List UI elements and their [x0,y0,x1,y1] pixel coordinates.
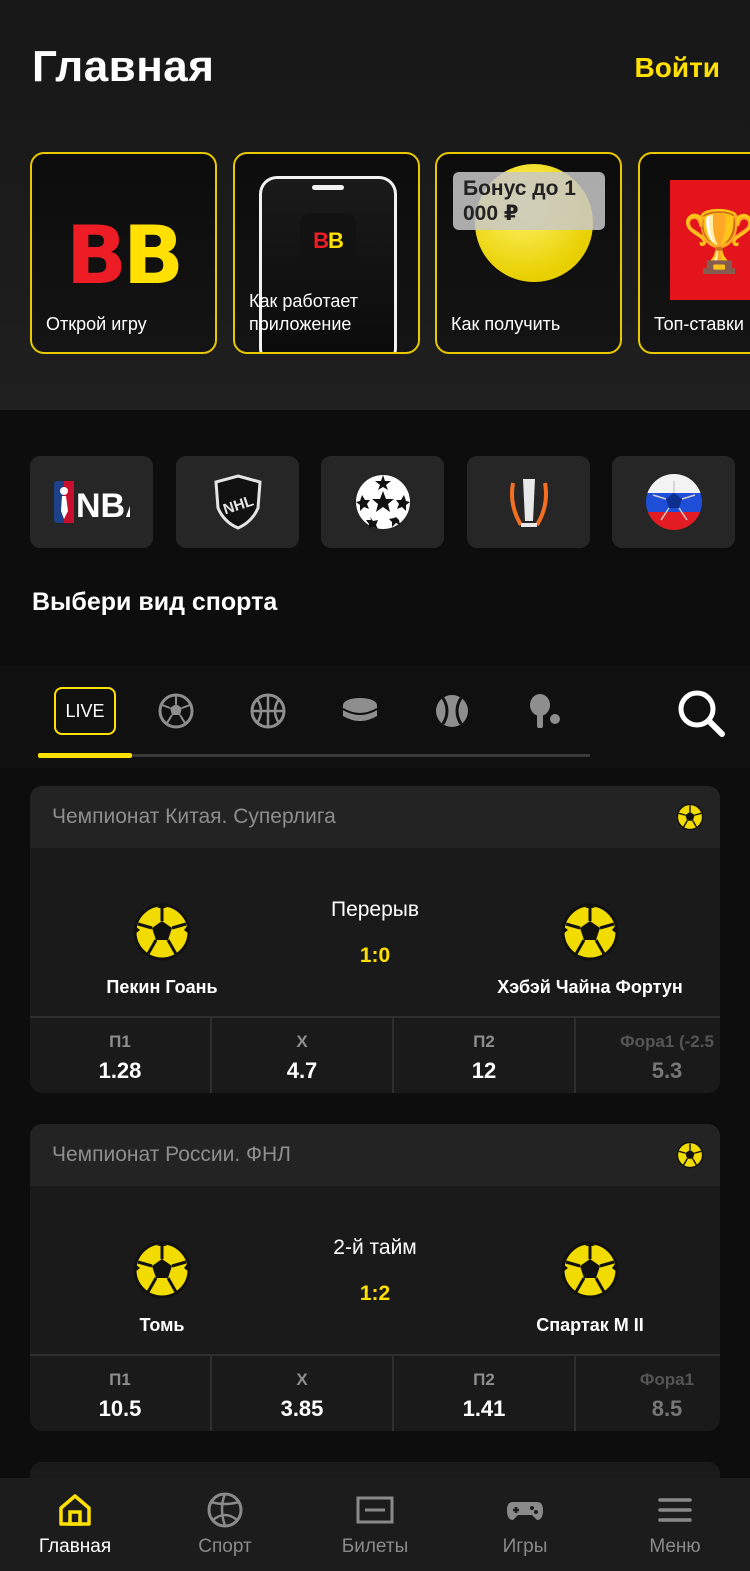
league-europa[interactable] [467,456,590,548]
league-nba[interactable]: NBA [30,456,153,548]
story-get-bonus[interactable]: Бонус до 1 000 ₽ Как получить [435,152,622,354]
home-icon [59,1494,91,1526]
football-icon [676,1141,704,1169]
team-name: Спартак М II [536,1315,644,1335]
section-title: Выбери вид спорта [32,588,278,616]
league-champions[interactable] [321,456,444,548]
nav-games[interactable]: Игры [450,1478,600,1571]
odd-handicap[interactable]: Фора1 (-2.5 5.3 [576,1018,720,1093]
ticket-icon [356,1496,394,1524]
match-score: 1:2 [359,1282,391,1305]
search-icon[interactable] [676,688,726,738]
match-card[interactable]: Чемпионат Китая. Суперлига Пекин Гоань П… [30,786,720,1093]
menu-icon [658,1498,692,1522]
football-icon[interactable] [157,692,195,730]
nav-tickets[interactable]: Билеты [300,1478,450,1571]
team-ball-icon [561,1241,619,1299]
story-label: Топ-ставки [654,314,744,334]
match-score: 1:0 [359,944,391,967]
match-status: 2-й тайм [333,1236,417,1259]
story-label: Как получить [451,314,561,334]
page-title: Главная [32,42,215,91]
bb-app-icon: BB [300,213,356,269]
tennis-icon[interactable] [433,692,471,730]
odd-draw[interactable]: Х 3.85 [212,1356,394,1431]
basketball-icon[interactable] [249,692,287,730]
match-card[interactable]: Чемпионат России. ФНЛ Томь 2-й тайм 1:2 … [30,1124,720,1431]
tab-live[interactable]: LIVE [54,687,116,735]
nav-sport[interactable]: Спорт [150,1478,300,1571]
story-open-game[interactable]: BB Открой игру [30,152,217,354]
table-tennis-icon[interactable] [525,692,563,730]
svg-text:NBA: NBA [76,487,130,525]
gamepad-icon [507,1502,543,1520]
away-team: Спартак М II [460,1240,720,1336]
league-name: Чемпионат России. ФНЛ [52,1143,291,1166]
odd-p2[interactable]: П2 12 [394,1018,576,1093]
stories-carousel[interactable]: BB Открой игру BB Как работает приложени… [30,152,750,354]
story-top-bets[interactable]: 🏆 Топ-ставки [638,152,750,354]
odd-p1[interactable]: П1 1.28 [30,1018,212,1093]
hockey-puck-icon[interactable] [341,692,379,730]
story-how-app-works[interactable]: BB Как работает приложение [233,152,420,354]
league-name: Чемпионат Китая. Суперлига [52,805,336,828]
match-status: Перерыв [330,898,420,921]
odd-p1[interactable]: П1 10.5 [30,1356,212,1431]
team-name: Хэбэй Чайна Фортун [497,977,683,997]
nhl-shield-icon: NHL [213,474,262,530]
home-team: Томь [32,1240,292,1336]
bonus-tag: Бонус до 1 000 ₽ [453,172,605,230]
league-shortcuts: NBA NHL [30,456,750,548]
story-label: Как работает приложение [249,291,359,334]
team-ball-icon [133,1241,191,1299]
champions-league-icon [355,475,410,529]
team-name: Пекин Гоань [106,977,218,997]
story-label: Открой игру [46,314,147,334]
volleyball-icon [207,1492,243,1528]
nav-home[interactable]: Главная [0,1478,150,1571]
tab-active-indicator [38,753,132,758]
bottom-nav: Главная Спорт Билеты Игры Меню [0,1478,750,1571]
trophy-icon: 🏆 [682,208,750,275]
bb-logo: BB [66,209,184,302]
russia-ball-icon [645,474,702,530]
odd-handicap[interactable]: Фора1 8.5 [576,1356,720,1431]
league-nhl[interactable]: NHL [176,456,299,548]
league-russia[interactable] [612,456,735,548]
match-header: Чемпионат России. ФНЛ [30,1124,720,1186]
match-header: Чемпионат Китая. Суперлига [30,786,720,848]
odds-row: П1 10.5 Х 3.85 П2 1.41 Фора1 8.5 [30,1354,720,1431]
odd-draw[interactable]: Х 4.7 [212,1018,394,1093]
europa-league-icon [509,479,548,527]
team-name: Томь [139,1315,185,1335]
away-team: Хэбэй Чайна Фортун [460,902,720,998]
football-icon [676,803,704,831]
home-team: Пекин Гоань [32,902,292,998]
login-button[interactable]: Войти [635,52,720,84]
odd-p2[interactable]: П2 1.41 [394,1356,576,1431]
nba-logo-icon: NBA [53,481,130,525]
team-ball-icon [561,903,619,961]
team-ball-icon [133,903,191,961]
odds-row: П1 1.28 Х 4.7 П2 12 Фора1 (-2.5 5.3 [30,1016,720,1093]
nav-menu[interactable]: Меню [600,1478,750,1571]
